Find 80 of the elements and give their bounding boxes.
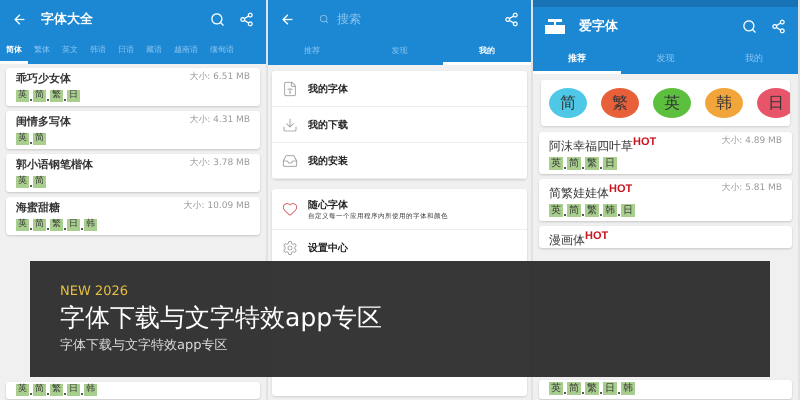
language-tag: 简: [33, 219, 46, 231]
language-tag: 简: [567, 382, 581, 395]
language-circle[interactable]: 韩: [705, 88, 743, 118]
menu-item[interactable]: 设置中心: [308, 240, 348, 254]
language-circle[interactable]: 日: [757, 88, 790, 118]
font-name: 闺情多写体: [16, 115, 71, 128]
settings-icon: [282, 240, 298, 256]
language-tag: 日: [621, 204, 635, 217]
language-tag: 韩: [603, 204, 617, 217]
font-card[interactable]: 海蜜甜糖 大小: 10.09 MB 英 简 繁 日 韩: [6, 197, 260, 235]
language-tag: 英: [549, 382, 563, 395]
language-tag: 日: [67, 219, 80, 231]
language-tag: 繁: [585, 204, 599, 217]
language-tag: 繁: [585, 382, 599, 395]
language-tag: 韩: [84, 219, 97, 231]
language-circle[interactable]: 简: [549, 88, 587, 118]
file-size: 大小: 6.51 MB: [189, 72, 250, 83]
font-name: 海蜜甜糖: [16, 201, 60, 214]
file-size: 大小: 10.09 MB: [184, 201, 250, 212]
file-size: 大小: 4.31 MB: [189, 115, 250, 126]
language-tag: 简: [567, 204, 581, 217]
search-field[interactable]: 搜索: [335, 11, 439, 27]
share-icon[interactable]: [771, 18, 786, 34]
file-size: 大小: 3.78 MB: [189, 158, 250, 169]
banner-title: 字体下载与文字特效app专区: [60, 302, 382, 334]
language-tag: 繁: [50, 219, 63, 231]
language-tag: 英: [549, 157, 563, 170]
language-tag: 繁: [585, 157, 599, 170]
search-icon[interactable]: [210, 12, 225, 26]
language-tag: 简: [33, 133, 46, 145]
language-tag: 繁: [50, 90, 63, 102]
banner-tag: NEW 2026: [60, 284, 128, 299]
share-icon[interactable]: [504, 12, 519, 26]
search-icon[interactable]: [742, 18, 757, 34]
menu-item[interactable]: 随心字体: [308, 198, 448, 212]
font-file-icon: [282, 80, 298, 96]
font-card[interactable]: 英 简 繁 日 韩: [6, 382, 260, 399]
language-tag: 日: [67, 384, 80, 396]
file-size: 大小: 5.81 MB: [721, 183, 782, 194]
language-tag: 英: [16, 176, 29, 188]
language-tag: 简: [33, 90, 46, 102]
language-tag: 日: [603, 157, 617, 170]
font-name: 乖巧少女体: [16, 72, 71, 86]
font-name: 郭小语钢笔楷体: [16, 158, 93, 172]
font-card[interactable]: 英 简 繁 日 韩: [539, 380, 792, 399]
back-icon[interactable]: [12, 12, 27, 26]
share-icon[interactable]: [239, 12, 254, 26]
category-tab[interactable]: 简体: [0, 38, 28, 64]
language-tag: 英: [16, 219, 29, 231]
language-tag: 简: [33, 176, 46, 188]
app-title: 字体大全: [41, 10, 94, 28]
language-circle[interactable]: 英: [653, 88, 691, 118]
language-tag: 韩: [621, 382, 635, 395]
language-tag: 繁: [50, 384, 63, 396]
file-size: 大小: 4.89 MB: [721, 136, 782, 147]
menu-item[interactable]: 我的下载: [308, 118, 348, 132]
search-icon: [319, 14, 329, 24]
nav-tab[interactable]: 推荐: [533, 45, 622, 74]
language-tag: 英: [16, 384, 29, 396]
language-tag: 日: [67, 90, 80, 102]
menu-item[interactable]: 我的安装: [308, 154, 348, 168]
language-tag: 韩: [84, 384, 97, 396]
language-tag: 英: [16, 133, 29, 145]
menu-item[interactable]: 我的字体: [308, 82, 348, 96]
font-card[interactable]: 乖巧少女体 大小: 6.51 MB 英 简 繁 日: [6, 68, 260, 106]
language-tag: 英: [549, 204, 563, 217]
app-logo-icon: [545, 18, 565, 34]
language-tag: 简: [567, 157, 581, 170]
language-circle[interactable]: 繁: [601, 88, 639, 118]
language-tag: 英: [16, 90, 29, 102]
banner-subtitle: 字体下载与文字特效app专区: [60, 337, 228, 354]
language-tag: 简: [33, 384, 46, 396]
app-title: 爱字体: [579, 18, 619, 35]
heart-icon: [282, 201, 298, 217]
language-tag: 日: [603, 382, 617, 395]
tray-icon: [282, 152, 298, 168]
font-card[interactable]: 闺情多写体 大小: 4.31 MB 英 简: [6, 111, 260, 149]
download-icon: [282, 116, 298, 132]
back-icon[interactable]: [280, 12, 295, 26]
font-card[interactable]: 郭小语钢笔楷体 大小: 3.78 MB 英 简: [6, 154, 260, 192]
